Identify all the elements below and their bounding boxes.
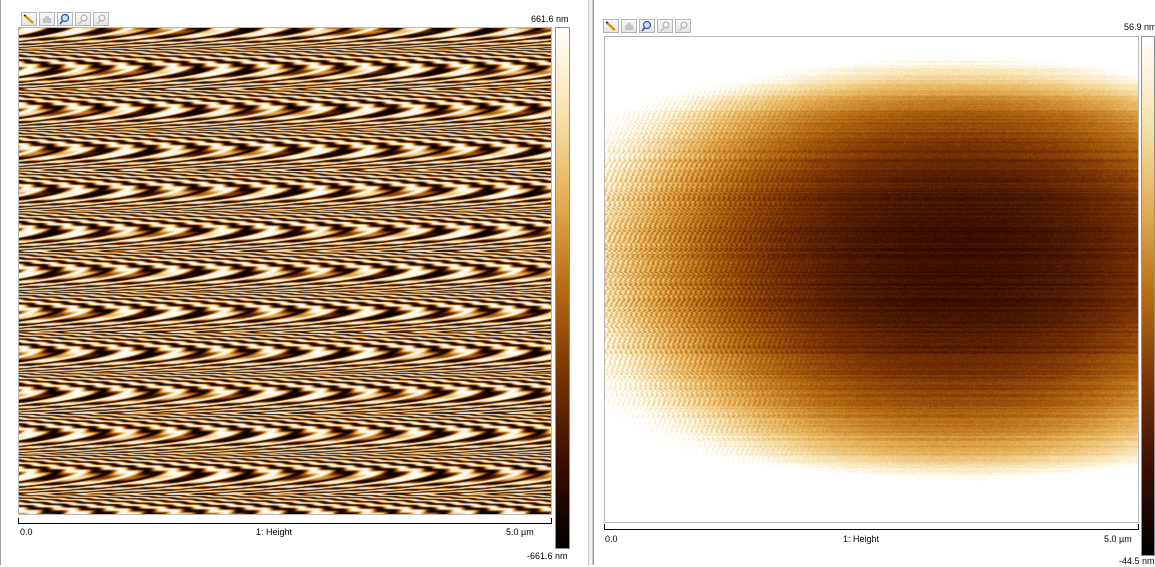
- right-height-image[interactable]: [604, 36, 1139, 523]
- left-toolbar: [21, 12, 109, 26]
- zoom-out-icon[interactable]: [675, 19, 691, 33]
- pencil-icon[interactable]: [603, 19, 619, 33]
- right-channel-label: 1: Height: [843, 534, 880, 544]
- right-x-axis-end-label: 5.0 µm: [1104, 534, 1132, 544]
- left-x-axis-end-tick: [551, 518, 552, 523]
- left-scale-min-label: -661.6 nm: [527, 551, 568, 561]
- left-x-axis-start-label: 0.0: [20, 527, 33, 537]
- left-height-image[interactable]: [18, 27, 552, 515]
- left-color-scale-bar: [555, 27, 570, 549]
- right-x-axis: [604, 529, 1139, 530]
- zoom-in-icon[interactable]: [657, 19, 673, 33]
- right-scale-min-label: -44.5 nm: [1119, 556, 1155, 566]
- hand-icon[interactable]: [621, 19, 637, 33]
- left-x-axis-start-tick: [18, 518, 19, 523]
- right-scale-max-label: 56.9 nm: [1124, 22, 1155, 32]
- magnifier-icon[interactable]: [57, 12, 73, 26]
- pencil-icon[interactable]: [21, 12, 37, 26]
- zoom-in-icon[interactable]: [75, 12, 91, 26]
- right-toolbar: [603, 19, 691, 33]
- magnifier-icon[interactable]: [639, 19, 655, 33]
- left-channel-label: 1: Height: [256, 527, 293, 537]
- zoom-out-icon[interactable]: [93, 12, 109, 26]
- left-x-axis: [18, 523, 552, 524]
- right-x-axis-end-tick: [1138, 524, 1139, 529]
- left-x-axis-end-label: 5.0 µm: [506, 527, 534, 537]
- hand-icon[interactable]: [39, 12, 55, 26]
- right-color-scale-bar: [1141, 36, 1155, 556]
- right-x-axis-start-label: 0.0: [605, 534, 618, 544]
- right-x-axis-start-tick: [604, 524, 605, 529]
- left-scale-max-label: 661.6 nm: [531, 14, 569, 24]
